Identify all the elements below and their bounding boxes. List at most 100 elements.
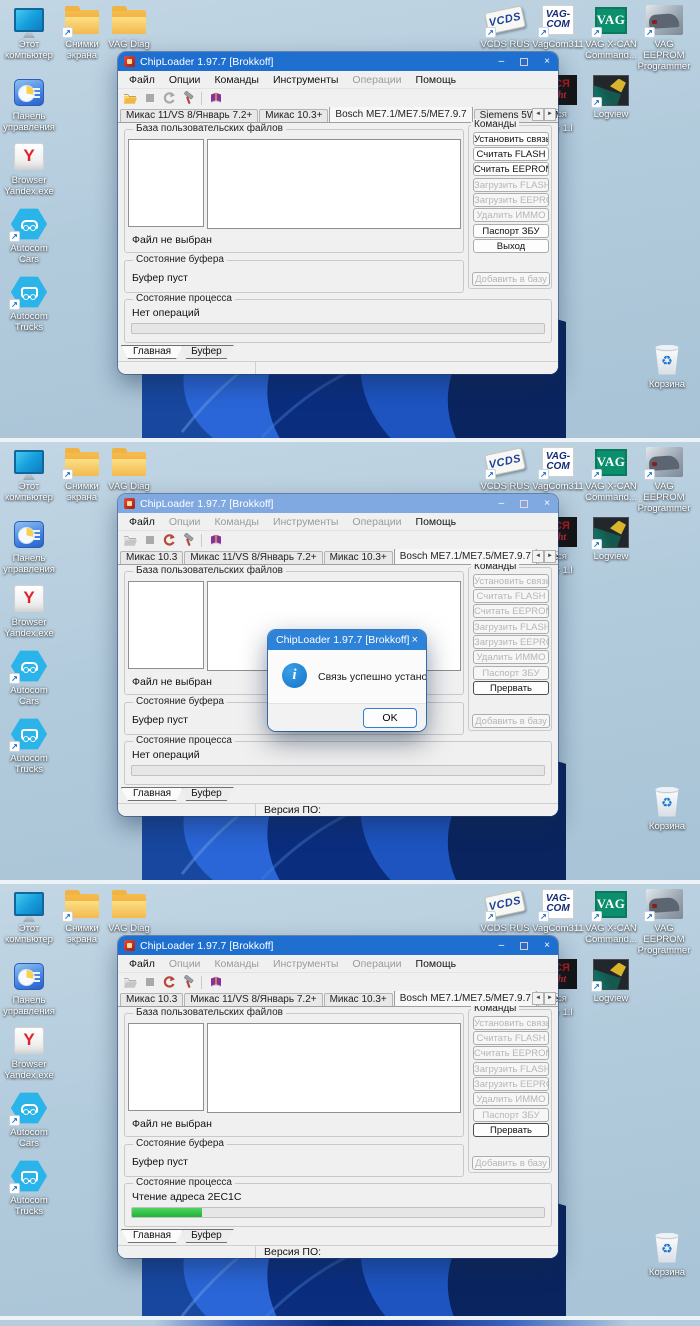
minimize-button[interactable]: – <box>499 498 505 509</box>
tab-mikas11[interactable]: Микас 11/VS 8/Январь 7.2+ <box>120 109 259 122</box>
desktop-icon-vag-eeprom[interactable]: ↗ VAG EEPROM Programmer <box>635 888 693 956</box>
menu-options[interactable]: Опции <box>162 74 208 86</box>
tab-mikas103plus[interactable]: Микас 10.3+ <box>259 109 329 122</box>
desktop-icon-logview[interactable]: ↗ Logview <box>584 958 638 1004</box>
desktop-icon-control-panel[interactable]: Панель управления <box>2 518 56 575</box>
desktop-icon-autocom-trucks[interactable]: ↗ Autocom Trucks <box>2 1160 56 1217</box>
desktop-icon-this-pc[interactable]: Этот компьютер <box>2 4 56 61</box>
desktop-icon-recycle-bin[interactable]: ♻ Корзина <box>640 786 694 832</box>
desktop-icon-vcds-rus[interactable]: VCDS ↗ VCDS RUS <box>478 4 532 50</box>
exit-button[interactable]: Выход <box>473 239 549 253</box>
ecu-passport-button[interactable]: Паспорт ЗБУ <box>473 224 549 238</box>
desktop-icon-autocom-cars[interactable]: ↗ Autocom Cars <box>2 1092 56 1149</box>
desktop-icon-control-panel[interactable]: Панель управления <box>2 76 56 133</box>
desktop-icon-vag-xcan[interactable]: VAG ↗ VAG X-CAN Command... <box>584 888 638 945</box>
desktop-icon-autocom-trucks[interactable]: ↗ Autocom Trucks <box>2 276 56 333</box>
desktop-icon-vcds-rus[interactable]: VCDS ↗ VCDS RUS <box>478 888 532 934</box>
settings-hammer-icon[interactable] <box>179 90 196 106</box>
reset-icon[interactable] <box>160 532 177 548</box>
bottom-tab-main[interactable]: Главная <box>121 1229 183 1243</box>
maximize-button[interactable] <box>520 57 529 66</box>
desktop-icon-vag-diag[interactable]: VAG Diag <box>100 4 158 50</box>
file-list[interactable] <box>207 1023 461 1113</box>
tab-mikas103plus[interactable]: Микас 10.3+ <box>323 993 393 1006</box>
desktop-icon-autocom-trucks[interactable]: ↗ Autocom Trucks <box>2 718 56 775</box>
tab-scroll-left-icon[interactable]: ◄ <box>532 550 544 563</box>
desktop-icon-vagcom311[interactable]: VAG- COM ↗ VagCom311 <box>531 4 585 50</box>
file-list[interactable] <box>207 139 461 229</box>
close-button[interactable]: × <box>544 56 550 67</box>
tab-mikas103[interactable]: Микас 10.3 <box>120 993 184 1006</box>
open-file-icon[interactable] <box>122 90 139 106</box>
tab-scroll-right-icon[interactable]: ► <box>544 550 556 563</box>
menu-help[interactable]: Помощь <box>409 958 464 970</box>
desktop-icon-logview[interactable]: ↗ Logview <box>584 516 638 562</box>
desktop-icon-logview[interactable]: ↗ Logview <box>584 74 638 120</box>
desktop-icon-recycle-bin[interactable]: ♻ Корзина <box>640 344 694 390</box>
menu-tools[interactable]: Инструменты <box>266 74 345 86</box>
settings-hammer-icon[interactable] <box>179 974 196 990</box>
menu-commands[interactable]: Команды <box>207 74 266 86</box>
ok-button[interactable]: OK <box>363 708 417 728</box>
help-book-icon[interactable] <box>207 532 224 548</box>
maximize-button[interactable] <box>520 499 529 508</box>
help-book-icon[interactable] <box>207 974 224 990</box>
help-book-icon[interactable] <box>207 90 224 106</box>
desktop-icon-browser-yandex[interactable]: Y Browser Yandex.exe <box>2 1024 56 1081</box>
bottom-tab-buffer[interactable]: Буфер <box>179 787 234 801</box>
desktop-icon-vag-xcan[interactable]: VAG ↗ VAG X-CAN Command... <box>584 446 638 503</box>
tab-scroll-left-icon[interactable]: ◄ <box>532 108 544 121</box>
menu-file[interactable]: Файл <box>122 958 162 970</box>
desktop-icon-browser-yandex[interactable]: Y Browser Yandex.exe <box>2 582 56 639</box>
desktop-icon-vcds-rus[interactable]: VCDS ↗ VCDS RUS <box>478 446 532 492</box>
desktop-icon-vag-xcan[interactable]: VAG ↗ VAG X-CAN Command... <box>584 4 638 61</box>
desktop-icon-recycle-bin[interactable]: ♻ Корзина <box>640 1232 694 1278</box>
tab-bosch-me7[interactable]: Bosch ME7.1/ME7.5/ME7.9.7 <box>393 991 537 1006</box>
reset-icon[interactable] <box>160 974 177 990</box>
tab-bosch-me7[interactable]: Bosch ME7.1/ME7.5/ME7.9.7 <box>329 107 473 122</box>
read-eeprom-button[interactable]: Считать EEPROM <box>473 162 549 176</box>
desktop-icon-this-pc[interactable]: Этот компьютер <box>2 446 56 503</box>
file-category-list[interactable] <box>128 581 204 669</box>
tab-mikas103plus[interactable]: Микас 10.3+ <box>323 551 393 564</box>
menu-file[interactable]: Файл <box>122 74 162 86</box>
desktop-icon-vag-eeprom[interactable]: ↗ VAG EEPROM Programmer <box>635 446 693 514</box>
tab-mikas11[interactable]: Микас 11/VS 8/Январь 7.2+ <box>184 551 323 564</box>
desktop-icon-vag-diag[interactable]: VAG Diag <box>100 446 158 492</box>
minimize-button[interactable]: – <box>499 940 505 951</box>
dialog-close-icon[interactable]: × <box>412 634 418 646</box>
menu-help[interactable]: Помощь <box>409 74 464 86</box>
settings-hammer-icon[interactable] <box>179 532 196 548</box>
bottom-tab-buffer[interactable]: Буфер <box>179 345 234 359</box>
desktop-icon-this-pc[interactable]: Этот компьютер <box>2 888 56 945</box>
abort-button[interactable]: Прервать <box>473 1123 549 1137</box>
connect-button[interactable]: Установить связь <box>473 132 549 146</box>
desktop-icon-browser-yandex[interactable]: Y Browser Yandex.exe <box>2 140 56 197</box>
desktop-icon-autocom-cars[interactable]: ↗ Autocom Cars <box>2 208 56 265</box>
desktop-icon-control-panel[interactable]: Панель управления <box>2 960 56 1017</box>
desktop-icon-autocom-cars[interactable]: ↗ Autocom Cars <box>2 650 56 707</box>
close-button[interactable]: × <box>544 498 550 509</box>
desktop-icon-vagcom311[interactable]: VAG- COM ↗ VagCom311 <box>531 888 585 934</box>
tab-mikas11[interactable]: Микас 11/VS 8/Январь 7.2+ <box>184 993 323 1006</box>
desktop-icon-vagcom311[interactable]: VAG- COM ↗ VagCom311 <box>531 446 585 492</box>
desktop-icon-vag-diag[interactable]: VAG Diag <box>100 888 158 934</box>
maximize-button[interactable] <box>520 941 529 950</box>
tab-scroll-right-icon[interactable]: ► <box>544 992 556 1005</box>
read-flash-button[interactable]: Считать FLASH <box>473 147 549 161</box>
tab-bosch-me7[interactable]: Bosch ME7.1/ME7.5/ME7.9.7 <box>393 549 537 564</box>
close-button[interactable]: × <box>544 940 550 951</box>
file-category-list[interactable] <box>128 1023 204 1111</box>
tab-mikas103[interactable]: Микас 10.3 <box>120 551 184 564</box>
menu-help[interactable]: Помощь <box>409 516 464 528</box>
file-category-list[interactable] <box>128 139 204 227</box>
minimize-button[interactable]: – <box>499 56 505 67</box>
bottom-tab-main[interactable]: Главная <box>121 787 183 801</box>
bottom-tab-buffer[interactable]: Буфер <box>179 1229 234 1243</box>
desktop-icon-vag-eeprom[interactable]: ↗ VAG EEPROM Programmer <box>635 4 693 72</box>
tab-scroll-left-icon[interactable]: ◄ <box>532 992 544 1005</box>
abort-button[interactable]: Прервать <box>473 681 549 695</box>
bottom-tab-main[interactable]: Главная <box>121 345 183 359</box>
menu-file[interactable]: Файл <box>122 516 162 528</box>
tab-scroll-right-icon[interactable]: ► <box>544 108 556 121</box>
